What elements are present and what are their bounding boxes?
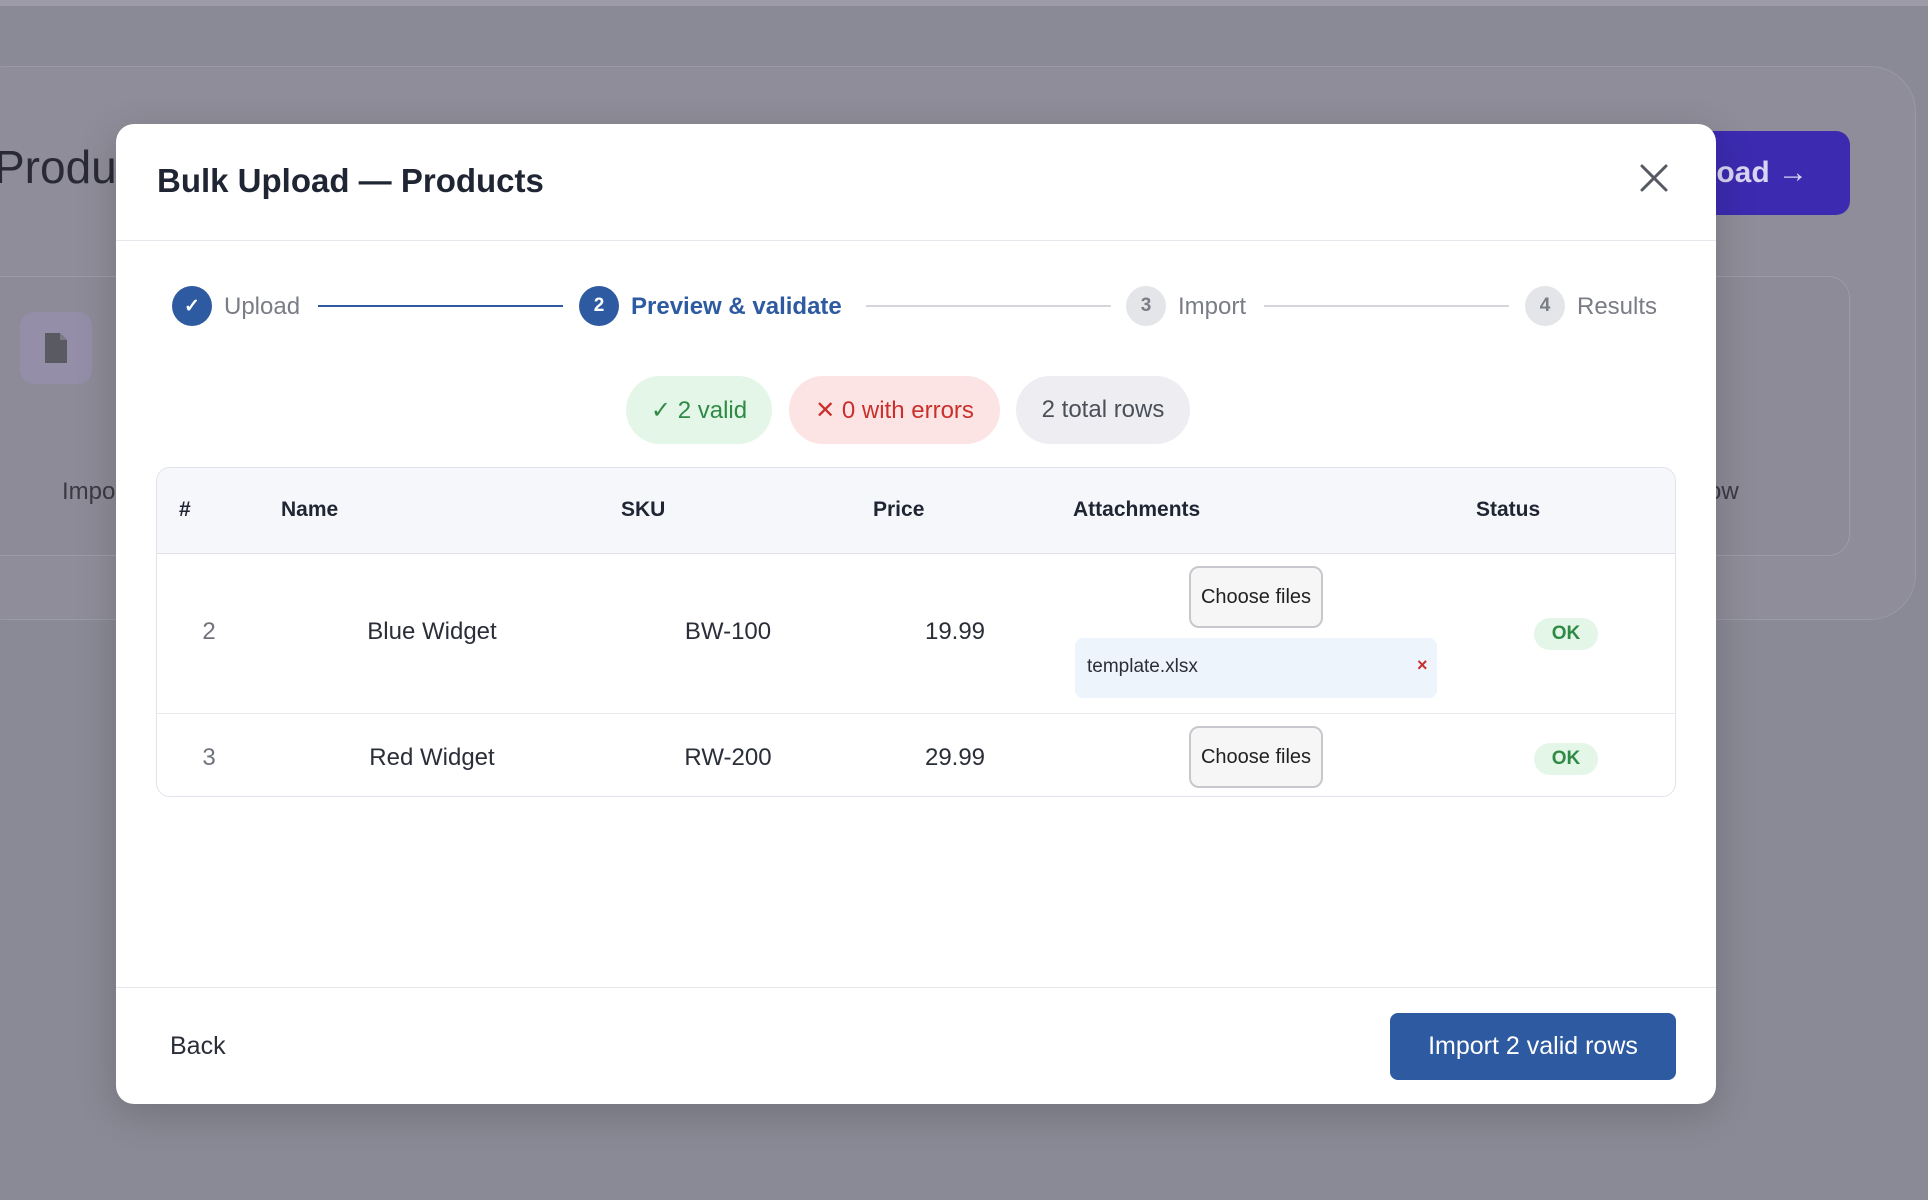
attachment-filename: template.xlsx <box>1087 656 1198 677</box>
attachment-chip: template.xlsx × <box>1075 638 1437 698</box>
column-header-name: Name <box>281 498 339 521</box>
table-row: 2 Blue Widget BW-100 19.99 Choose files … <box>157 554 1675 714</box>
error-count-badge: ✕ 0 with errors <box>789 376 1000 444</box>
product-price: 29.99 <box>924 744 986 771</box>
table-row: 3 Red Widget RW-200 29.99 Choose files O… <box>157 714 1675 796</box>
step-preview-label: Preview & validate <box>631 293 842 320</box>
column-header-number: # <box>179 498 191 521</box>
modal-footer: Back Import 2 valid rows <box>116 987 1716 1104</box>
column-header-attachments: Attachments <box>1073 498 1201 521</box>
step-preview-number: 2 <box>579 286 619 326</box>
remove-attachment-icon[interactable]: × <box>1417 656 1428 674</box>
product-name: Red Widget <box>369 744 495 771</box>
preview-table: # Name SKU Price Attachments Status 2 Bl… <box>156 467 1676 797</box>
stepper: ✓ Upload 2 Preview & validate 3 Import 4… <box>116 241 1716 361</box>
back-button[interactable]: Back <box>152 1016 244 1076</box>
product-sku: RW-200 <box>684 744 772 771</box>
row-number: 2 <box>202 618 216 645</box>
status-badge: OK <box>1534 743 1598 775</box>
file-icon <box>20 312 92 384</box>
step-import-number: 3 <box>1126 286 1166 326</box>
step-connector <box>318 305 563 307</box>
background-text-left: Impo <box>62 478 116 505</box>
close-icon[interactable] <box>1634 158 1674 198</box>
modal-title: Bulk Upload — Products <box>157 162 544 199</box>
row-number: 3 <box>202 744 216 771</box>
choose-files-button[interactable]: Choose files <box>1189 726 1323 788</box>
total-rows-badge: 2 total rows <box>1016 376 1190 444</box>
column-header-status: Status <box>1476 498 1541 521</box>
step-results-label: Results <box>1577 293 1658 320</box>
step-upload-label: Upload <box>224 293 301 320</box>
choose-files-button[interactable]: Choose files <box>1189 566 1323 628</box>
import-valid-rows-button[interactable]: Import 2 valid rows <box>1390 1013 1676 1080</box>
bulk-upload-modal: Bulk Upload — Products ✓ Upload 2 Previe… <box>116 124 1716 1104</box>
step-results-number: 4 <box>1525 286 1565 326</box>
status-badge: OK <box>1534 618 1598 650</box>
valid-count-badge: ✓ 2 valid <box>626 376 772 444</box>
product-price: 19.99 <box>924 618 986 645</box>
table-header: # Name SKU Price Attachments Status <box>157 468 1675 554</box>
file-icon-glyph <box>45 333 67 363</box>
step-connector <box>866 305 1111 307</box>
product-sku: BW-100 <box>684 618 772 645</box>
modal-header: Bulk Upload — Products <box>116 124 1716 241</box>
step-import-label: Import <box>1178 293 1247 320</box>
step-connector <box>1264 305 1509 307</box>
background-topbar <box>0 0 1928 6</box>
close-button[interactable] <box>1634 158 1674 198</box>
step-upload-check-icon: ✓ <box>172 286 212 326</box>
product-name: Blue Widget <box>367 618 497 645</box>
column-header-price: Price <box>873 498 925 521</box>
column-header-sku: SKU <box>621 498 666 521</box>
